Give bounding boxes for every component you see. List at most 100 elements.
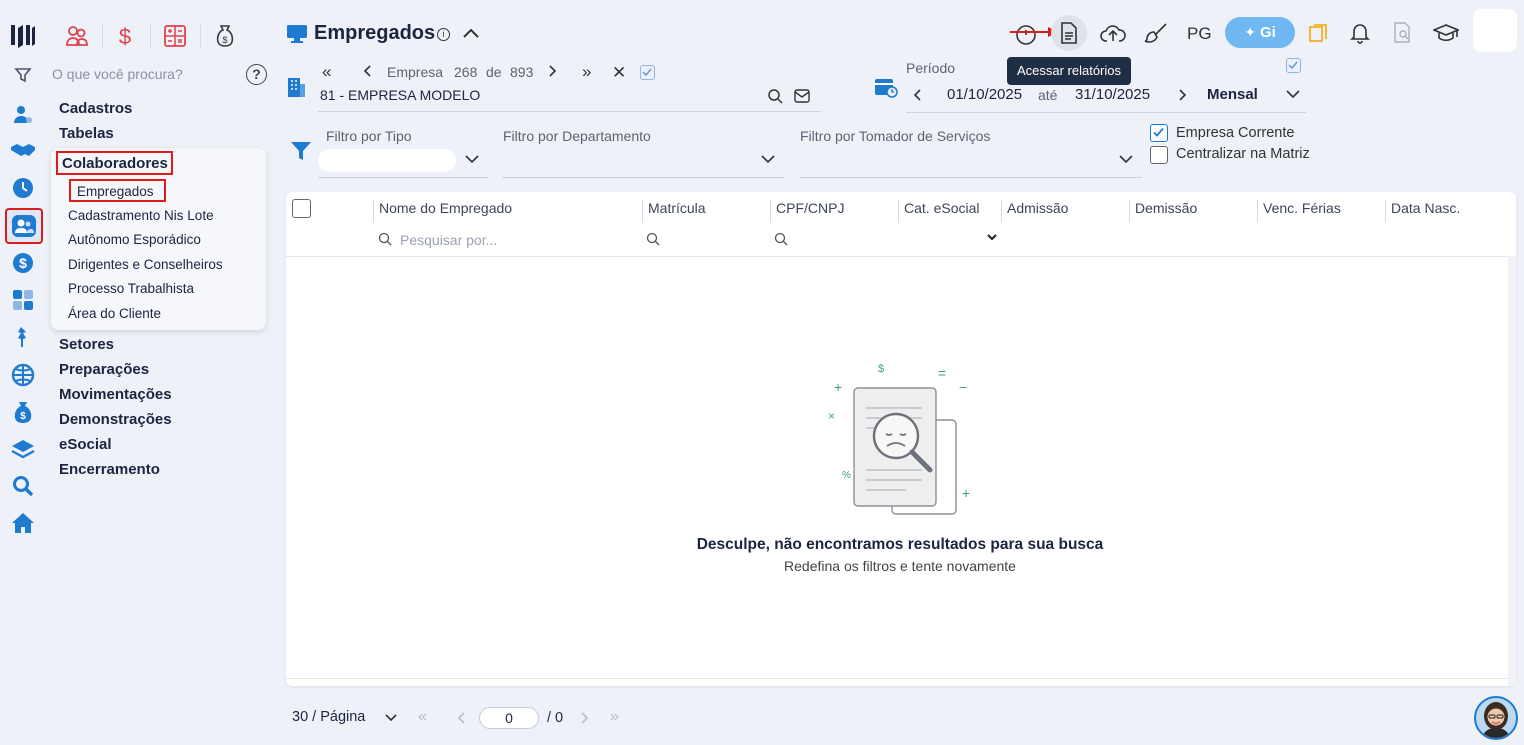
submenu-processo-trabalhista[interactable]: Processo Trabalhista (68, 281, 194, 296)
empty-state-illustration: $ + = − × % + (826, 358, 976, 518)
clock-icon[interactable] (8, 173, 38, 203)
filter-tipo-input[interactable] (318, 149, 456, 172)
next-page-button[interactable] (580, 711, 590, 725)
filter-tomador-chevron-icon[interactable] (1118, 153, 1134, 165)
bell-icon[interactable] (1347, 20, 1373, 46)
col-cpf-cnpj[interactable]: CPF/CNPJ (770, 200, 844, 222)
menu-colaboradores[interactable]: Colaboradores (56, 151, 173, 175)
info-icon[interactable]: i (437, 28, 450, 41)
chevron-down-icon[interactable] (1285, 88, 1301, 100)
logo-icon[interactable] (8, 20, 38, 50)
company-name[interactable]: 81 - EMPRESA MODELO (320, 87, 480, 103)
per-page-chevron-icon[interactable] (384, 713, 398, 723)
money-bag-icon[interactable]: $ (8, 397, 38, 427)
users-icon[interactable] (5, 208, 43, 244)
first-page-button[interactable]: « (418, 708, 427, 726)
vertical-scrollbar[interactable] (1508, 256, 1516, 686)
col-venc-ferias[interactable]: Venc. Férias (1257, 200, 1341, 222)
page-number-input[interactable]: 0 (479, 707, 539, 729)
prev-period-icon[interactable] (912, 88, 922, 102)
svg-text:%: % (842, 470, 851, 481)
last-page-icon[interactable]: » (582, 62, 591, 82)
first-page-icon[interactable]: « (322, 62, 331, 82)
avatar-placeholder[interactable] (1473, 9, 1517, 52)
layers-icon[interactable] (8, 434, 38, 464)
icon-rail: $ $ (0, 0, 48, 745)
cloud-upload-icon[interactable] (1099, 20, 1127, 46)
submenu-empregados[interactable]: Empregados (69, 179, 166, 202)
col-data-nasc[interactable]: Data Nasc. (1385, 200, 1460, 222)
matricula-search-icon[interactable] (646, 232, 660, 246)
globe-icon[interactable] (8, 360, 38, 390)
user-gear-icon[interactable] (8, 100, 38, 130)
dollar-icon[interactable]: $ (8, 248, 38, 278)
per-page-select[interactable]: 30 / Página (292, 709, 365, 725)
submenu-dirigentes-conselheiros[interactable]: Dirigentes e Conselheiros (68, 257, 223, 272)
submenu-cadastramento-nis-lote[interactable]: Cadastramento Nis Lote (68, 208, 214, 223)
period-start[interactable]: 01/10/2025 (947, 86, 1022, 103)
menu-preparacoes[interactable]: Preparações (59, 361, 149, 378)
col-demissao[interactable]: Demissão (1129, 200, 1197, 222)
dollar-sign-icon[interactable]: $ (110, 20, 140, 52)
prev-company-icon[interactable] (362, 64, 372, 78)
menu-cadastros[interactable]: Cadastros (59, 100, 132, 117)
pin-icon[interactable] (8, 322, 38, 352)
period-end[interactable]: 31/10/2025 (1075, 86, 1150, 103)
col-nome[interactable]: Nome do Empregado (373, 200, 512, 222)
svg-text:+: + (962, 485, 970, 501)
cat-esocial-dropdown-icon[interactable] (986, 233, 998, 243)
building-icon (286, 76, 306, 98)
nome-search-input[interactable]: Pesquisar por... (400, 232, 497, 248)
filter-icon[interactable] (8, 60, 38, 90)
menu-encerramento[interactable]: Encerramento (59, 461, 160, 478)
reports-button[interactable] (1051, 15, 1087, 51)
sparkle-icon: ✦ (1244, 24, 1256, 40)
money-bag-outline-icon[interactable]: $ (210, 20, 240, 52)
help-icon[interactable]: ? (246, 64, 267, 85)
search-icon[interactable] (8, 471, 38, 501)
svg-text:×: × (828, 409, 835, 423)
users-group-icon[interactable] (62, 20, 92, 52)
submenu-autonomo-esporadico[interactable]: Autônomo Esporádico (68, 232, 201, 247)
cpf-search-icon[interactable] (774, 232, 788, 246)
menu-movimentacoes[interactable]: Movimentações (59, 386, 172, 403)
pg-button[interactable]: PG (1187, 24, 1212, 44)
next-company-icon[interactable] (548, 64, 558, 78)
graduation-cap-icon[interactable] (1431, 20, 1461, 46)
col-admissao[interactable]: Admissão (1001, 200, 1068, 222)
brush-icon[interactable] (1142, 20, 1170, 46)
svg-text:$: $ (222, 35, 227, 45)
home-icon[interactable] (8, 508, 38, 538)
notes-icon[interactable] (1305, 20, 1331, 46)
col-matricula[interactable]: Matrícula (642, 200, 706, 222)
gi-assistant-button[interactable]: ✦ Gi (1225, 17, 1295, 48)
calculator-outline-icon[interactable] (160, 20, 190, 52)
filter-departamento-chevron-icon[interactable] (760, 153, 776, 165)
menu-setores[interactable]: Setores (59, 336, 114, 353)
close-icon[interactable]: ✕ (612, 63, 626, 83)
menu-demonstracoes[interactable]: Demonstrações (59, 411, 172, 428)
company-checkbox[interactable] (640, 65, 655, 80)
calculator-icon[interactable] (8, 285, 38, 315)
handshake-icon[interactable] (8, 136, 38, 166)
quick-icons: $ $ (58, 20, 248, 52)
col-cat-esocial[interactable]: Cat. eSocial (898, 200, 979, 222)
company-search-icon[interactable] (767, 88, 783, 104)
submenu-area-do-cliente[interactable]: Área do Cliente (68, 306, 161, 321)
menu-tabelas[interactable]: Tabelas (59, 125, 114, 142)
next-period-icon[interactable] (1178, 88, 1188, 102)
menu-search-input[interactable]: O que você procura? (52, 66, 232, 84)
chevron-up-icon[interactable] (462, 26, 480, 40)
mail-icon[interactable] (794, 89, 810, 103)
empresa-corrente-checkbox[interactable] (1150, 124, 1168, 142)
last-page-button[interactable]: » (610, 708, 619, 726)
prev-page-button[interactable] (456, 711, 466, 725)
filter-tipo-chevron-icon[interactable] (464, 153, 480, 165)
document-search-icon[interactable] (1390, 20, 1416, 46)
centralizar-matriz-checkbox[interactable] (1150, 146, 1168, 164)
menu-esocial[interactable]: eSocial (59, 436, 112, 453)
select-all-checkbox[interactable] (292, 199, 311, 218)
period-mode-select[interactable]: Mensal (1207, 86, 1258, 103)
period-checkbox[interactable] (1286, 58, 1301, 73)
assistant-avatar[interactable] (1474, 696, 1518, 740)
